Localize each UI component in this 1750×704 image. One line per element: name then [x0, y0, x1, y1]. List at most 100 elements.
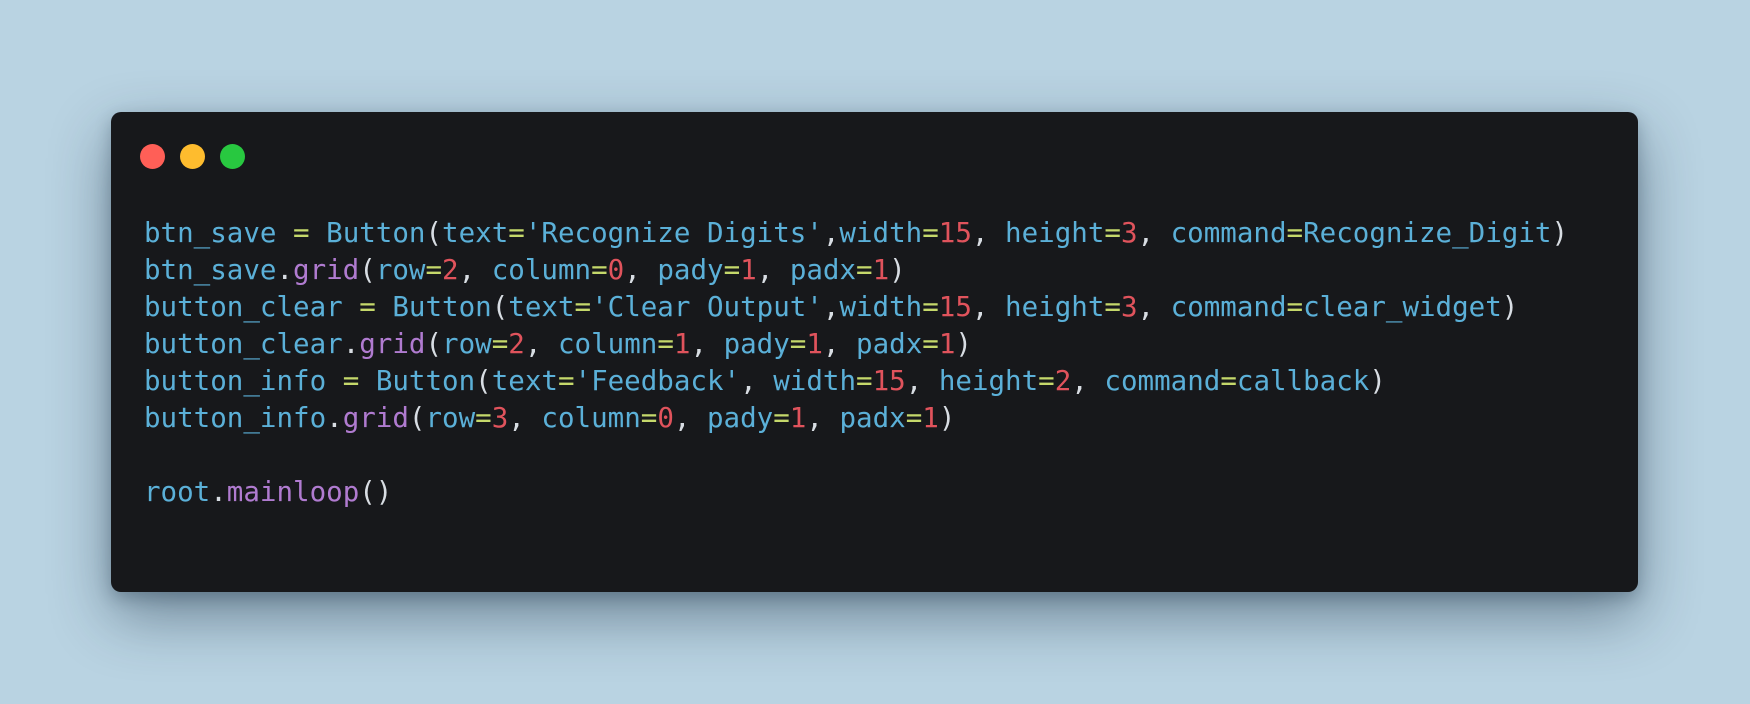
- code-number: 3: [491, 402, 509, 434]
- code-number: 2: [508, 328, 525, 360]
- code-identifier: text: [442, 217, 509, 249]
- code-number: 15: [938, 291, 972, 323]
- code-punctuation: ,: [673, 402, 707, 434]
- code-operator: =: [491, 328, 509, 360]
- code-punctuation: .: [342, 328, 360, 360]
- code-operator: =: [773, 402, 790, 434]
- code-punctuation: ,: [458, 254, 492, 286]
- code-punctuation: ,: [1071, 365, 1105, 397]
- code-identifier: text: [508, 291, 575, 323]
- code-operator: =: [1220, 365, 1237, 397]
- code-punctuation: ,: [971, 217, 1006, 249]
- code-line: root.mainloop(): [144, 474, 1568, 511]
- code-identifier: column: [541, 402, 641, 434]
- code-identifier: clear_widget: [1303, 291, 1502, 323]
- code-punctuation: ,: [624, 254, 658, 286]
- code-identifier: callback: [1236, 365, 1370, 397]
- code-block: btn_save = Button(text='Recognize Digits…: [144, 215, 1568, 511]
- code-punctuation: ,: [822, 217, 840, 249]
- code-punctuation: .: [276, 254, 294, 286]
- code-punctuation: (): [359, 476, 393, 508]
- code-number: 1: [789, 402, 807, 434]
- code-identifier: Button: [375, 365, 476, 397]
- code-number: 1: [806, 328, 823, 360]
- code-number: 15: [872, 365, 906, 397]
- code-identifier: command: [1170, 291, 1287, 323]
- code-operator: =: [342, 365, 360, 397]
- code-punctuation: ,: [1137, 217, 1171, 249]
- code-method: grid: [359, 328, 426, 360]
- code-identifier: command: [1104, 365, 1221, 397]
- code-identifier: pady: [707, 402, 774, 434]
- code-operator: =: [293, 217, 310, 249]
- code-identifier: row: [375, 254, 426, 286]
- code-identifier: [359, 365, 376, 397]
- code-identifier: [326, 365, 343, 397]
- code-number: 1: [740, 254, 757, 286]
- code-punctuation: ,: [822, 328, 857, 360]
- code-identifier: height: [1005, 291, 1105, 323]
- code-punctuation: .: [210, 476, 227, 508]
- code-identifier: root: [144, 476, 211, 508]
- code-method: mainloop: [226, 476, 360, 508]
- code-punctuation: (: [425, 328, 443, 360]
- code-number: 3: [1120, 291, 1138, 323]
- code-punctuation: ,: [971, 291, 1006, 323]
- code-identifier: width: [839, 291, 923, 323]
- code-identifier: row: [442, 328, 492, 360]
- code-operator: =: [1286, 291, 1304, 323]
- code-operator: =: [640, 402, 658, 434]
- code-operator: =: [922, 291, 939, 323]
- code-punctuation: ,: [905, 365, 939, 397]
- code-operator: =: [574, 291, 592, 323]
- code-punctuation: .: [326, 402, 343, 434]
- code-line: button_clear.grid(row=2, column=1, pady=…: [144, 326, 1568, 363]
- code-identifier: [310, 217, 327, 249]
- code-operator: =: [789, 328, 807, 360]
- code-number: 2: [442, 254, 459, 286]
- code-punctuation: ,: [690, 328, 724, 360]
- code-identifier: width: [839, 217, 923, 249]
- code-line: button_info.grid(row=3, column=0, pady=1…: [144, 400, 1568, 437]
- code-operator: =: [723, 254, 741, 286]
- code-identifier: btn_save: [144, 217, 277, 249]
- code-operator: =: [591, 254, 608, 286]
- code-identifier: width: [773, 365, 857, 397]
- code-line: btn_save.grid(row=2, column=0, pady=1, p…: [144, 252, 1568, 289]
- code-number: 1: [872, 254, 890, 286]
- code-identifier: button_info: [144, 365, 327, 397]
- minimize-dot[interactable]: [180, 144, 205, 169]
- code-number: 15: [938, 217, 972, 249]
- code-punctuation: ,: [740, 365, 774, 397]
- code-punctuation: ): [938, 402, 956, 434]
- code-identifier: padx: [839, 402, 906, 434]
- code-identifier: column: [491, 254, 592, 286]
- code-operator: =: [359, 291, 376, 323]
- code-operator: =: [657, 328, 674, 360]
- code-identifier: row: [425, 402, 476, 434]
- code-number: 3: [1120, 217, 1138, 249]
- code-operator: =: [922, 328, 939, 360]
- code-punctuation: ,: [508, 402, 542, 434]
- code-operator: =: [1286, 217, 1304, 249]
- code-operator: =: [905, 402, 923, 434]
- code-identifier: pady: [723, 328, 790, 360]
- code-number: 0: [607, 254, 625, 286]
- code-punctuation: ): [955, 328, 972, 360]
- code-identifier: button_clear: [144, 328, 343, 360]
- code-punctuation: (: [425, 217, 443, 249]
- code-line: button_clear = Button(text='Clear Output…: [144, 289, 1568, 326]
- code-identifier: button_clear: [144, 291, 343, 323]
- code-identifier: [343, 291, 360, 323]
- close-dot[interactable]: [140, 144, 165, 169]
- code-punctuation: (: [475, 365, 492, 397]
- code-punctuation: (: [408, 402, 426, 434]
- code-number: 1: [673, 328, 691, 360]
- maximize-dot[interactable]: [220, 144, 245, 169]
- code-punctuation: (: [491, 291, 509, 323]
- code-identifier: height: [938, 365, 1039, 397]
- code-operator: =: [856, 254, 873, 286]
- code-punctuation: ): [1501, 291, 1519, 323]
- code-operator: =: [1104, 217, 1121, 249]
- code-string: 'Clear Output': [591, 291, 823, 323]
